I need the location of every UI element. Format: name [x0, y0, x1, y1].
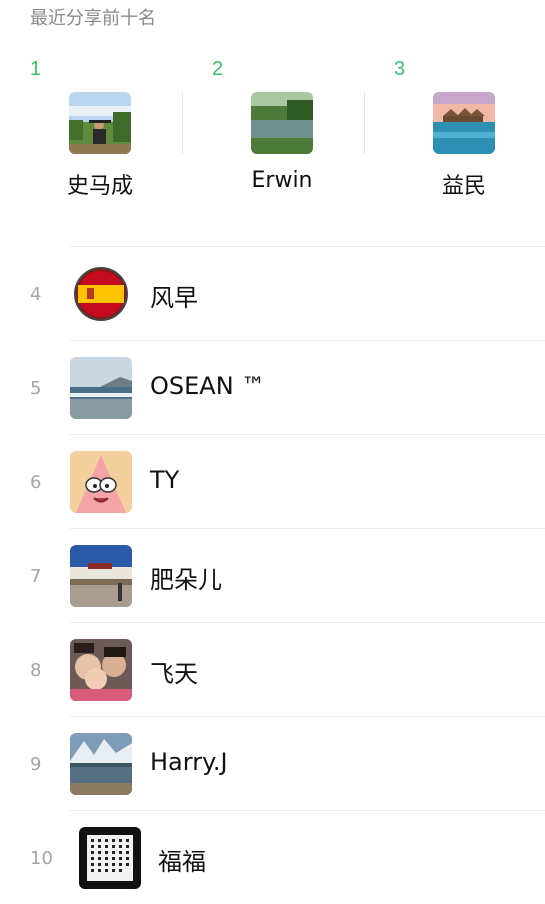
row-divider [70, 434, 545, 435]
top-rank-item-3[interactable]: 3 益民 [364, 56, 545, 206]
rank-number: 4 [30, 284, 42, 305]
list-item[interactable]: 9 Harry.J [0, 716, 545, 810]
avatar[interactable] [70, 357, 132, 419]
rank-number: 9 [30, 754, 42, 775]
user-name: 福福 [158, 848, 206, 876]
user-name: TY [150, 466, 180, 494]
rank-number: 10 [30, 848, 53, 869]
row-divider [70, 340, 545, 341]
list-item[interactable]: 4 风早 [0, 246, 545, 340]
avatar[interactable] [433, 92, 495, 154]
rank-number: 5 [30, 378, 42, 399]
section-title: 最近分享前十名 [30, 8, 156, 29]
row-divider [70, 716, 545, 717]
user-name: 史马成 [66, 174, 133, 199]
row-divider [70, 810, 545, 811]
user-name: OSEAN ™ [150, 372, 266, 400]
avatar[interactable] [79, 827, 141, 889]
user-name: 益民 [441, 174, 486, 199]
user-name: Erwin [251, 168, 313, 193]
top-three-ranking: 1 史马成 2 Erwin 3 益民 [0, 56, 545, 206]
list-item[interactable]: 6 TY [0, 434, 545, 528]
rank-number: 1 [30, 58, 42, 80]
avatar[interactable] [251, 92, 313, 154]
user-name: Harry.J [150, 748, 228, 776]
row-divider [70, 622, 545, 623]
list-item[interactable]: 7 肥朵儿 [0, 528, 545, 622]
list-item[interactable]: 5 OSEAN ™ [0, 340, 545, 434]
rank-number: 2 [212, 58, 224, 80]
row-divider [70, 246, 545, 247]
avatar[interactable] [70, 451, 132, 513]
top-rank-item-2[interactable]: 2 Erwin [182, 56, 364, 206]
rank-number: 7 [30, 566, 42, 587]
avatar[interactable] [70, 545, 132, 607]
row-divider [70, 528, 545, 529]
list-item[interactable]: 8 飞天 [0, 622, 545, 716]
rank-number: 8 [30, 660, 42, 681]
avatar[interactable] [69, 92, 131, 154]
avatar[interactable] [70, 733, 132, 795]
rank-number: 6 [30, 472, 42, 493]
user-name: 风早 [150, 284, 198, 312]
top-rank-item-1[interactable]: 1 史马成 [0, 56, 182, 206]
user-name: 肥朵儿 [150, 566, 222, 594]
avatar[interactable] [70, 639, 132, 701]
list-item[interactable]: 10 福福 [0, 810, 545, 904]
user-name: 飞天 [150, 660, 198, 688]
rank-number: 3 [394, 58, 406, 80]
avatar[interactable] [70, 263, 132, 325]
